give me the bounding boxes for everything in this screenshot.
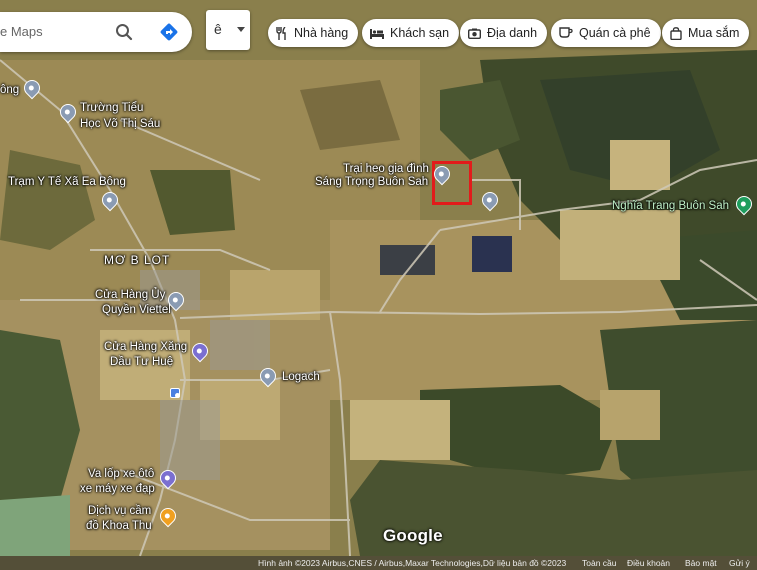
place-label-xang-dau-line2[interactable]: Dầu Tư Huệ: [110, 356, 173, 369]
search-box[interactable]: e Maps: [0, 12, 192, 52]
global-link[interactable]: Toàn cầu: [582, 558, 617, 568]
chip-label: Địa danh: [487, 26, 538, 40]
place-label-truong-line1[interactable]: Trường Tiểu: [80, 102, 143, 115]
chevron-down-icon: [237, 27, 245, 32]
place-label-trai-heo-line1[interactable]: Trại heo gia đình: [343, 163, 429, 176]
chip-landmarks[interactable]: Địa danh: [460, 19, 548, 47]
privacy-link[interactable]: Bảo mật: [685, 558, 717, 568]
place-label-xang-dau-line1[interactable]: Cửa Hàng Xăng: [104, 341, 187, 354]
place-label-dich-vu-line2[interactable]: đồ Khoa Thu: [86, 520, 152, 533]
chip-label: Khách sạn: [390, 26, 450, 40]
place-label-ong[interactable]: ông: [0, 84, 19, 97]
chip-restaurants[interactable]: Nhà hàng: [268, 19, 359, 47]
place-label-xe-line2[interactable]: xe máy xe đạp: [80, 483, 155, 496]
place-label-mo-b-lot[interactable]: MƠ B LOT: [104, 254, 170, 267]
coffee-icon: [559, 27, 573, 38]
place-label-nghia-trang[interactable]: Nghĩa Trang Buôn Sah: [612, 200, 729, 213]
place-label-truong-line2[interactable]: Học Võ Thị Sáu: [80, 118, 160, 131]
place-label-tram-y-te[interactable]: Trạm Y Tế Xã Ea Bông: [8, 176, 126, 189]
chip-label: Nhà hàng: [294, 26, 349, 40]
place-label-xe-line1[interactable]: Va lốp xe ôtô: [88, 468, 154, 481]
bed-icon: [370, 28, 384, 39]
feedback-link[interactable]: Gửi ý: [729, 558, 750, 568]
chip-label: Mua sắm: [688, 26, 740, 40]
shopping-bag-icon: [670, 26, 682, 40]
chip-hotels[interactable]: Khách sạn: [362, 19, 460, 47]
place-label-viettel-line2[interactable]: Quyền Viettel: [102, 304, 171, 317]
chip-shopping[interactable]: Mua sắm: [662, 19, 750, 47]
attribution-text: Hình ảnh ©2023 Airbus,CNES / Airbus,Maxa…: [258, 558, 567, 568]
place-label-logach[interactable]: Logach: [282, 371, 320, 384]
fork-knife-icon: [276, 26, 286, 40]
camera-icon: [468, 28, 481, 39]
bus-stop-icon[interactable]: [170, 388, 180, 398]
chip-cafes[interactable]: Quán cà phê: [551, 19, 661, 47]
place-label-viettel-line1[interactable]: Cửa Hàng Ủy: [95, 289, 165, 302]
google-watermark: Google: [383, 526, 443, 545]
map-footer: Hình ảnh ©2023 Airbus,CNES / Airbus,Maxa…: [0, 556, 757, 570]
language-label: ê: [214, 21, 222, 37]
directions-icon[interactable]: [160, 23, 178, 41]
search-input[interactable]: e Maps: [0, 24, 43, 39]
terms-link[interactable]: Điều khoản: [627, 558, 670, 568]
search-icon[interactable]: [115, 23, 133, 41]
place-label-trai-heo-line2[interactable]: Sáng Trọng Buôn Sah: [315, 176, 428, 189]
place-label-dich-vu-line1[interactable]: Dịch vụ cầm: [88, 505, 151, 518]
chip-label: Quán cà phê: [579, 26, 651, 40]
language-button[interactable]: ê: [206, 10, 250, 50]
